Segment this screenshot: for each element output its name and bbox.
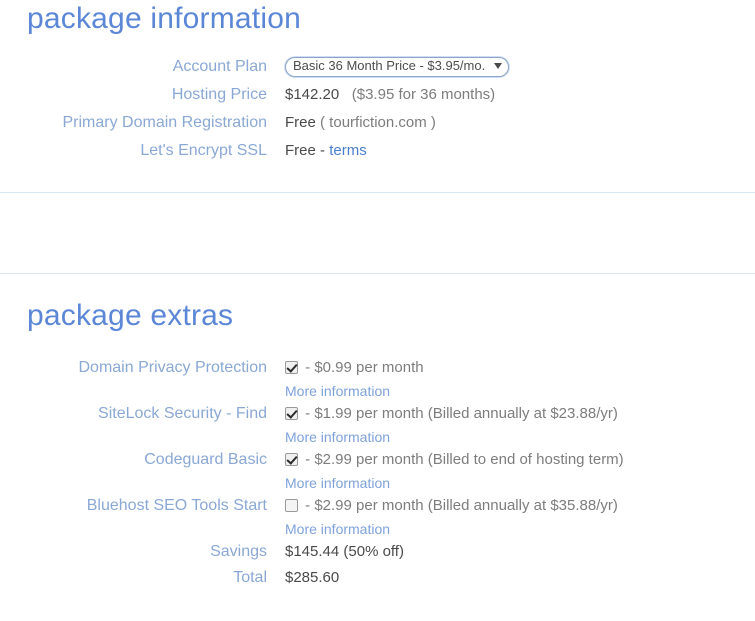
- package-extras-heading: package extras: [27, 301, 755, 331]
- hosting-price-label: Hosting Price: [0, 84, 285, 106]
- primary-domain-price: Free: [285, 114, 316, 131]
- checkbox-domain-privacy-protection[interactable]: [285, 361, 298, 374]
- account-plan-row: Account Plan Basic 36 Month Price - $3.9…: [0, 56, 755, 78]
- extra-label-bluehost-seo-tools: Bluehost SEO Tools Start: [0, 495, 285, 517]
- primary-domain-registration-row: Primary Domain Registration Free ( tourf…: [0, 112, 755, 134]
- extra-row-codeguard-basic: Codeguard Basic - $2.99 per month (Bille…: [0, 449, 755, 495]
- extra-label-codeguard-basic: Codeguard Basic: [0, 449, 285, 471]
- lets-encrypt-ssl-value: Free - terms: [285, 140, 755, 162]
- extra-label-domain-privacy-protection: Domain Privacy Protection: [0, 357, 285, 379]
- primary-domain-registration-label: Primary Domain Registration: [0, 112, 285, 134]
- package-extras-section: package extras Domain Privacy Protection…: [0, 274, 755, 589]
- account-plan-value: Basic 36 Month Price - $3.95/mo.: [285, 56, 755, 78]
- extra-value-domain-privacy-protection: - $0.99 per month More information: [285, 357, 755, 403]
- extra-price-codeguard-basic: - $2.99 per month (Billed to end of host…: [305, 451, 624, 468]
- more-information-link-domain-privacy-protection[interactable]: More information: [285, 381, 755, 401]
- savings-value: $145.44 (50% off): [285, 541, 755, 563]
- hosting-price-note: ($3.95 for 36 months): [352, 86, 495, 103]
- hosting-price-amount: $142.20: [285, 86, 339, 103]
- total-row: Total $285.60: [0, 567, 755, 589]
- extra-price-bluehost-seo-tools: - $2.99 per month (Billed annually at $3…: [305, 497, 618, 514]
- extra-value-codeguard-basic: - $2.99 per month (Billed to end of host…: [285, 449, 755, 495]
- primary-domain-registration-value: Free ( tourfiction.com ): [285, 112, 755, 134]
- package-information-section: package information Account Plan Basic 3…: [0, 0, 755, 162]
- terms-link[interactable]: terms: [329, 142, 367, 159]
- lets-encrypt-ssl-row: Let's Encrypt SSL Free - terms: [0, 140, 755, 162]
- lets-encrypt-ssl-label: Let's Encrypt SSL: [0, 140, 285, 162]
- hosting-price-value: $142.20 ($3.95 for 36 months): [285, 84, 755, 106]
- extra-row-domain-privacy-protection: Domain Privacy Protection - $0.99 per mo…: [0, 357, 755, 403]
- account-plan-label: Account Plan: [0, 56, 285, 78]
- checkbox-sitelock-security[interactable]: [285, 407, 298, 420]
- more-information-link-codeguard-basic[interactable]: More information: [285, 473, 755, 493]
- savings-label: Savings: [0, 541, 285, 563]
- account-plan-select[interactable]: Basic 36 Month Price - $3.95/mo.: [285, 57, 509, 77]
- extra-label-sitelock-security: SiteLock Security - Find: [0, 403, 285, 425]
- more-information-link-sitelock-security[interactable]: More information: [285, 427, 755, 447]
- account-plan-selected-text: Basic 36 Month Price - $3.95/mo.: [293, 58, 485, 74]
- extra-row-bluehost-seo-tools: Bluehost SEO Tools Start - $2.99 per mon…: [0, 495, 755, 541]
- chevron-down-icon: [494, 63, 502, 69]
- hosting-price-row: Hosting Price $142.20 ($3.95 for 36 mont…: [0, 84, 755, 106]
- package-information-heading: package information: [27, 4, 755, 34]
- primary-domain-name: ( tourfiction.com ): [320, 114, 436, 131]
- extra-price-domain-privacy-protection: - $0.99 per month: [305, 359, 423, 376]
- savings-row: Savings $145.44 (50% off): [0, 541, 755, 563]
- checkbox-bluehost-seo-tools[interactable]: [285, 499, 298, 512]
- spacer-block: [0, 193, 755, 273]
- extra-row-sitelock-security: SiteLock Security - Find - $1.99 per mon…: [0, 403, 755, 449]
- extra-price-sitelock-security: - $1.99 per month (Billed annually at $2…: [305, 405, 618, 422]
- extra-value-sitelock-security: - $1.99 per month (Billed annually at $2…: [285, 403, 755, 449]
- checkbox-codeguard-basic[interactable]: [285, 453, 298, 466]
- lets-encrypt-ssl-price: Free -: [285, 142, 325, 159]
- total-value: $285.60: [285, 567, 755, 589]
- extra-value-bluehost-seo-tools: - $2.99 per month (Billed annually at $3…: [285, 495, 755, 541]
- more-information-link-bluehost-seo-tools[interactable]: More information: [285, 519, 755, 539]
- total-label: Total: [0, 567, 285, 589]
